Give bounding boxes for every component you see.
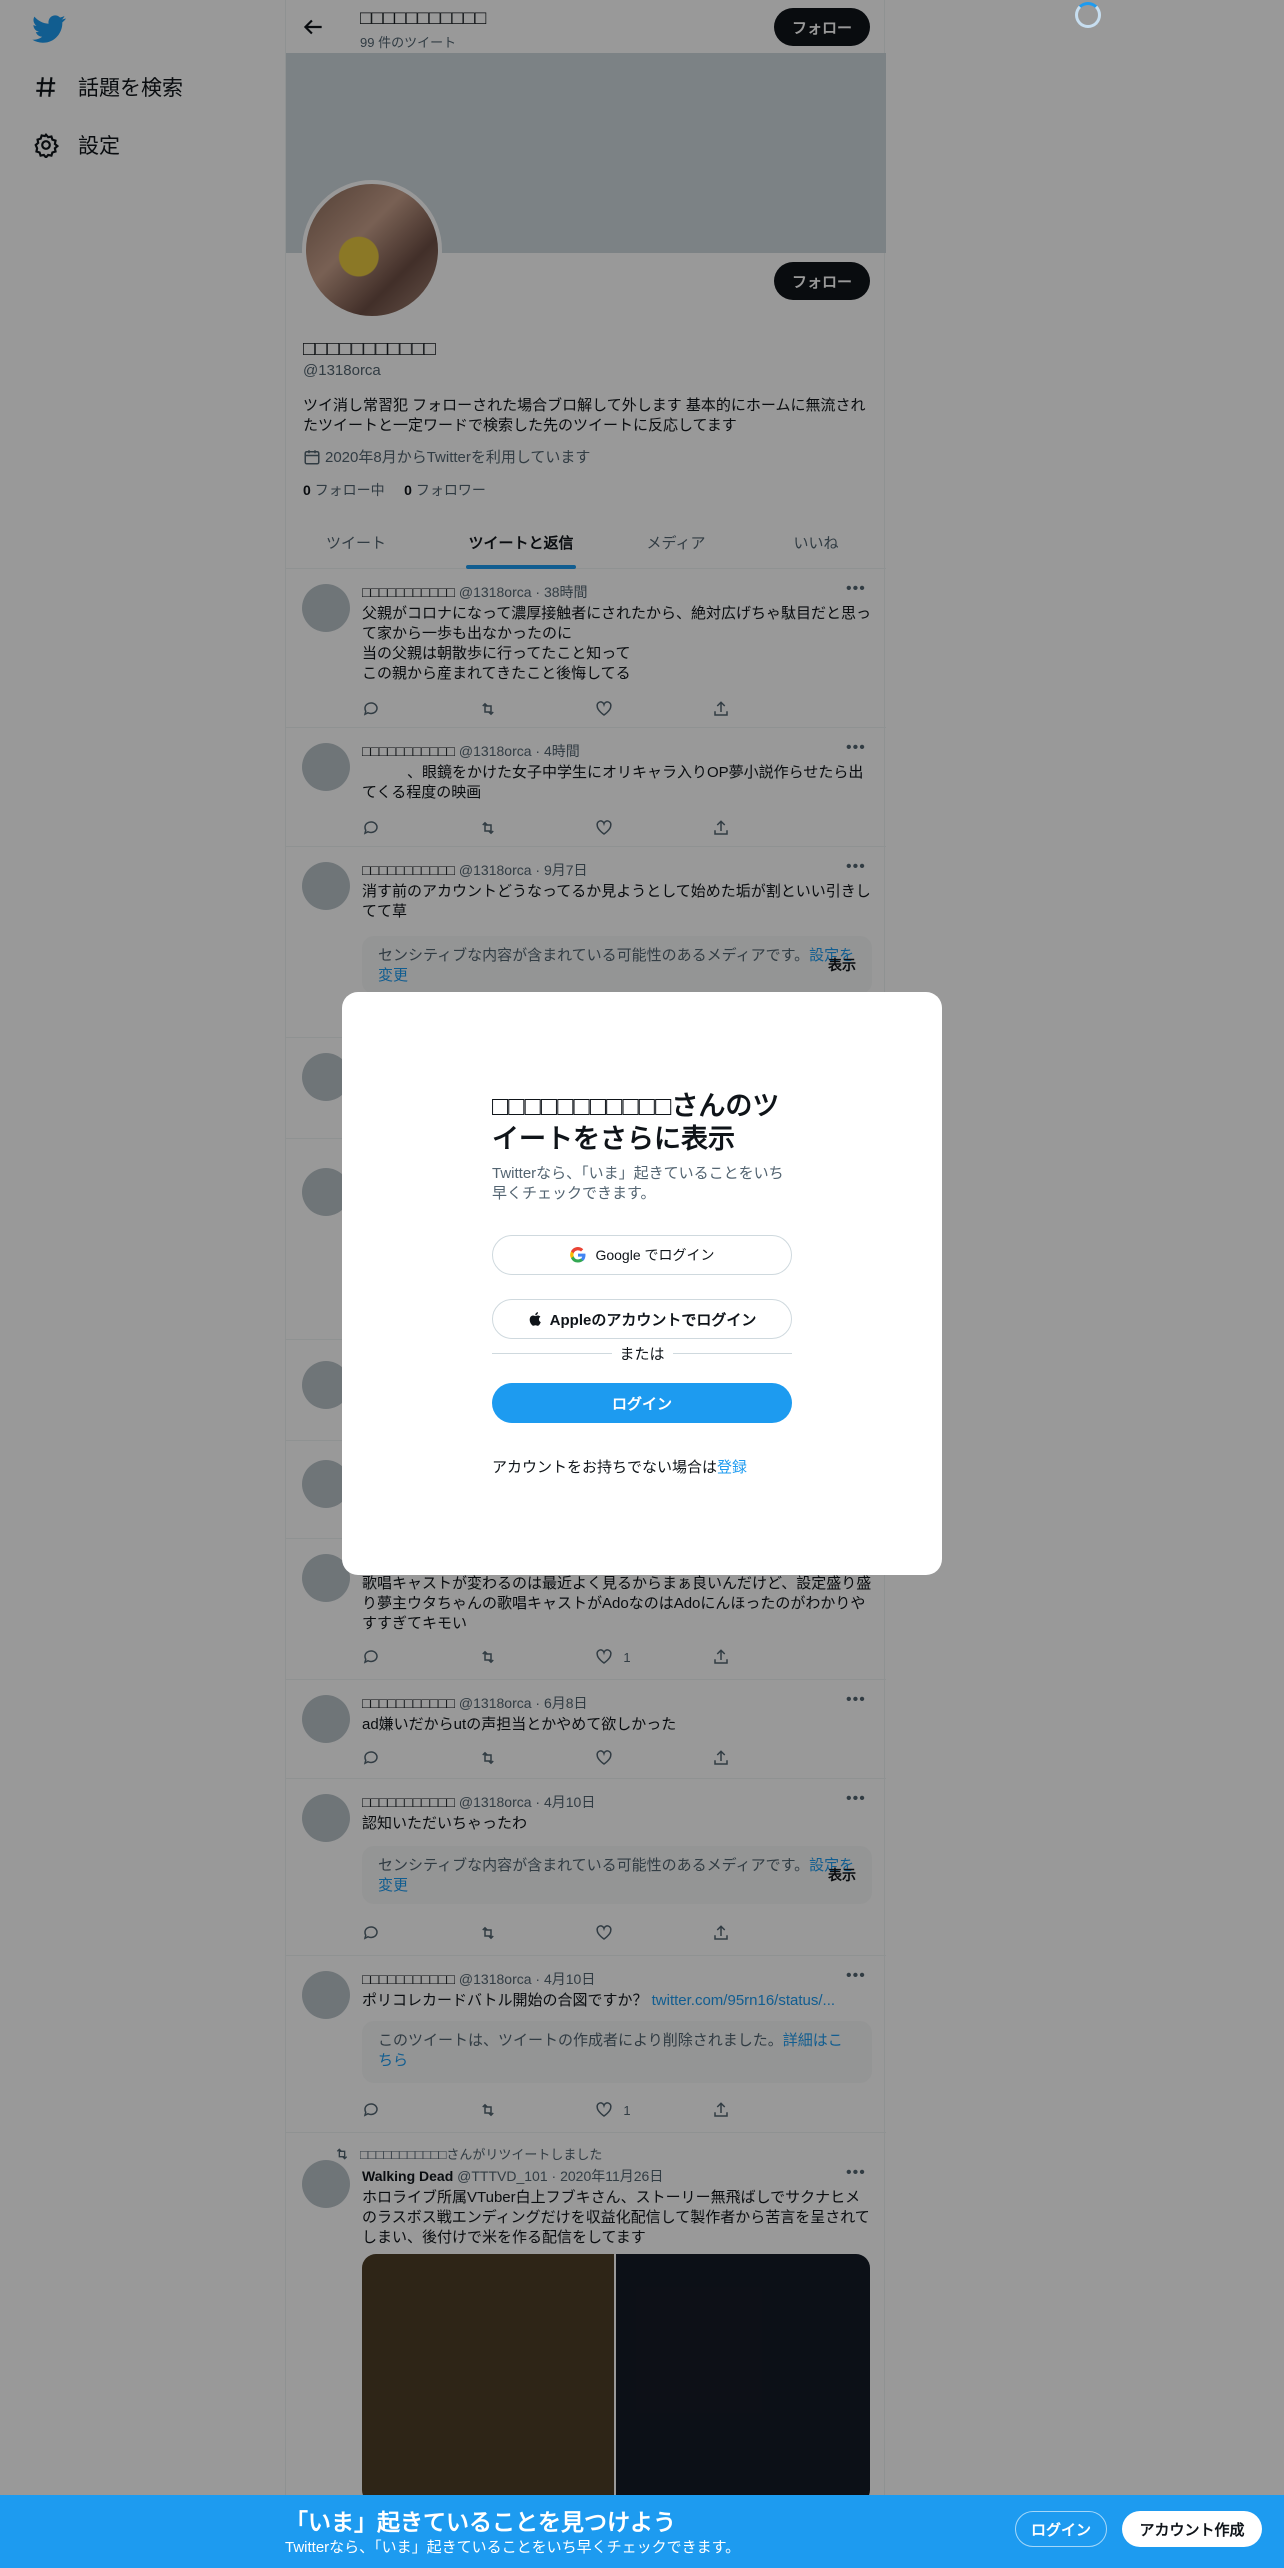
bottombar-signup-button[interactable]: アカウント作成	[1122, 2511, 1262, 2547]
bottom-signup-bar: 「いま」起きていることを見つけよう Twitterなら、「いま」起きていることを…	[0, 2495, 1284, 2568]
login-modal: □□□□□□□□□□□さんのツイートをさらに表示 Twitterなら、「いま」起…	[342, 992, 942, 1575]
bottombar-subtitle: Twitterなら、「いま」起きていることをいち早くチェックできます。	[285, 2539, 741, 2556]
signup-link[interactable]: 登録	[717, 1459, 747, 1476]
google-login-button[interactable]: Google でログイン	[492, 1235, 792, 1275]
apple-login-button[interactable]: Appleのアカウントでログイン	[492, 1299, 792, 1339]
or-divider: または	[492, 1343, 793, 1363]
bottombar-title: 「いま」起きていることを見つけよう	[285, 2509, 676, 2535]
loading-spinner-icon	[1075, 2, 1101, 28]
login-button[interactable]: ログイン	[492, 1383, 792, 1423]
google-icon	[570, 1246, 586, 1263]
bottombar-login-button[interactable]: ログイン	[1015, 2511, 1107, 2547]
modal-title: □□□□□□□□□□□さんのツイートをさらに表示	[492, 1091, 780, 1154]
signup-prompt: アカウントをお持ちでない場合は登録	[492, 1459, 748, 1476]
apple-icon	[529, 1312, 541, 1326]
modal-subtitle: Twitterなら、「いま」起きていることをいち早くチェックできます。	[492, 1165, 784, 1202]
